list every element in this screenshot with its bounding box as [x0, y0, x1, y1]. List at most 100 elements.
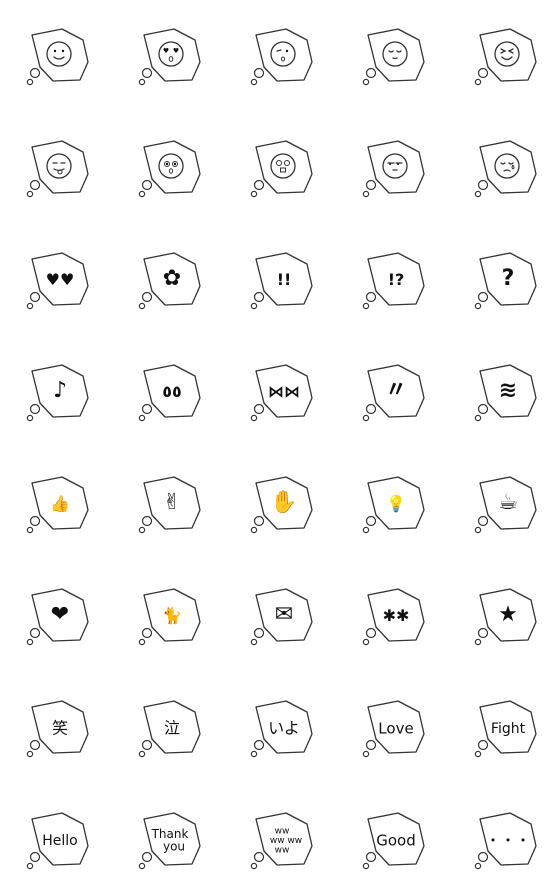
sticker-content: ٥٥	[162, 382, 182, 401]
sticker-21[interactable]: 👍	[22, 468, 94, 538]
text-bubble-icon: Hello	[26, 812, 89, 870]
sticker-16[interactable]: ♪	[22, 356, 94, 426]
star-icon: ★	[474, 588, 537, 646]
sticker-9[interactable]	[358, 132, 430, 202]
sticker-12[interactable]: ✿	[134, 244, 206, 314]
sticker-11[interactable]: ♥♥	[22, 244, 94, 314]
sticker-text: Fight	[491, 721, 526, 737]
sticker-6[interactable]	[22, 132, 94, 202]
sticker-35[interactable]: Fight	[470, 692, 542, 762]
sticker-23[interactable]: ✋	[246, 468, 318, 538]
sticker-2[interactable]: ♥ ♥	[134, 20, 206, 90]
sticker-39[interactable]: Good	[358, 804, 430, 874]
sticker-13[interactable]: !!	[246, 244, 318, 314]
sticker-38[interactable]: ww ww ww ww	[246, 804, 318, 874]
sticker-30[interactable]: ★	[470, 580, 542, 650]
sticker-40[interactable]: ・・・	[470, 804, 542, 874]
bubble-dot-large	[365, 515, 377, 527]
text-bubble-icon: いよ	[250, 700, 313, 758]
thought-bubble	[255, 28, 313, 82]
sticker-text: ・・・	[485, 831, 530, 849]
bubble-dot-small	[26, 414, 34, 422]
sticker-18[interactable]: ⋈⋈	[246, 356, 318, 426]
sticker-content: Love	[378, 719, 413, 737]
sticker-36[interactable]: Hello	[22, 804, 94, 874]
envelope-icon-glyph: ✉	[275, 602, 293, 627]
sparkles-icon-glyph: ✱✱	[383, 606, 410, 625]
bubble-dot-small	[250, 78, 258, 86]
sticker-22[interactable]: ✌	[134, 468, 206, 538]
sparkles-icon: ✱✱	[362, 588, 425, 646]
bubble-dot-large	[29, 179, 41, 191]
heart-eyes-face-icon: ♥ ♥	[138, 28, 201, 86]
bubble-dot-large	[29, 403, 41, 415]
sticker-4[interactable]	[358, 20, 430, 90]
bubble-dot-small	[250, 302, 258, 310]
bubble-dot-large	[29, 291, 41, 303]
sticker-1[interactable]	[22, 20, 94, 90]
sticker-content: 🐈	[162, 606, 182, 625]
unamused-face-icon	[362, 140, 425, 198]
shocked-face-icon	[250, 140, 313, 198]
sticker-5[interactable]	[470, 20, 542, 90]
bows-icon: ⋈⋈	[250, 364, 313, 422]
bubble-dot-large	[141, 515, 153, 527]
sticker-24[interactable]: 💡	[358, 468, 430, 538]
sticker-31[interactable]: 笑	[22, 692, 94, 762]
bubble-dot-large	[141, 627, 153, 639]
bubble-dot-large	[477, 851, 489, 863]
sticker-29[interactable]: ✱✱	[358, 580, 430, 650]
bubble-dot-small	[138, 638, 146, 646]
sticker-10[interactable]	[470, 132, 542, 202]
thought-bubble	[479, 28, 537, 82]
sticker-33[interactable]: いよ	[246, 692, 318, 762]
thought-bubble	[367, 140, 425, 194]
bubble-dot-small	[362, 78, 370, 86]
coffee-cup-icon: ☕	[474, 476, 537, 534]
sticker-text: 泣	[164, 719, 180, 738]
bubble-dot-large	[141, 179, 153, 191]
sticker-19[interactable]: 〃	[358, 356, 430, 426]
exclamation-question-icon-glyph: !?	[388, 270, 405, 289]
bubble-dot-small	[138, 414, 146, 422]
sticker-34[interactable]: Love	[358, 692, 430, 762]
sticker-14[interactable]: !?	[358, 244, 430, 314]
squint-face-icon	[474, 28, 537, 86]
sticker-text: Good	[376, 831, 416, 849]
sticker-3[interactable]	[246, 20, 318, 90]
bubble-dot-large	[141, 851, 153, 863]
lightbulb-icon-glyph: 💡	[386, 494, 406, 513]
sticker-content: いよ	[268, 719, 300, 738]
flower-icon: ✿	[138, 252, 201, 310]
sticker-content: ✋	[270, 489, 297, 515]
text-bubble-icon: 泣	[138, 700, 201, 758]
sticker-20[interactable]: ≋	[470, 356, 542, 426]
sticker-17[interactable]: ٥٥	[134, 356, 206, 426]
sticker-26[interactable]: ❤	[22, 580, 94, 650]
content-face-icon	[362, 28, 425, 86]
sticker-25[interactable]: ☕	[470, 468, 542, 538]
bubble-dot-small	[474, 638, 482, 646]
wink-kiss-face-icon	[250, 28, 313, 86]
bubble-dot-large	[253, 627, 265, 639]
sticker-text: Hello	[42, 833, 78, 849]
sticker-content: ♥♥	[46, 270, 75, 289]
bubble-dot-small	[250, 414, 258, 422]
text-bubble-icon: 笑	[26, 700, 89, 758]
sticker-28[interactable]: ✉	[246, 580, 318, 650]
sticker-content: 💡	[386, 494, 406, 513]
sticker-content: 👍	[50, 494, 70, 513]
bubble-dot-large	[253, 179, 265, 191]
sticker-content: ❤	[51, 602, 69, 627]
sticker-15[interactable]: ?	[470, 244, 542, 314]
bubble-dot-small	[474, 862, 482, 870]
question-mark-icon-glyph: ?	[502, 266, 515, 291]
bubble-dot-large	[141, 291, 153, 303]
sticker-27[interactable]: 🐈	[134, 580, 206, 650]
sticker-8[interactable]	[246, 132, 318, 202]
sticker-37[interactable]: Thank you	[134, 804, 206, 874]
sticker-7[interactable]	[134, 132, 206, 202]
sticker-32[interactable]: 泣	[134, 692, 206, 762]
bubble-dot-large	[253, 515, 265, 527]
waving-hand-icon: ✋	[250, 476, 313, 534]
